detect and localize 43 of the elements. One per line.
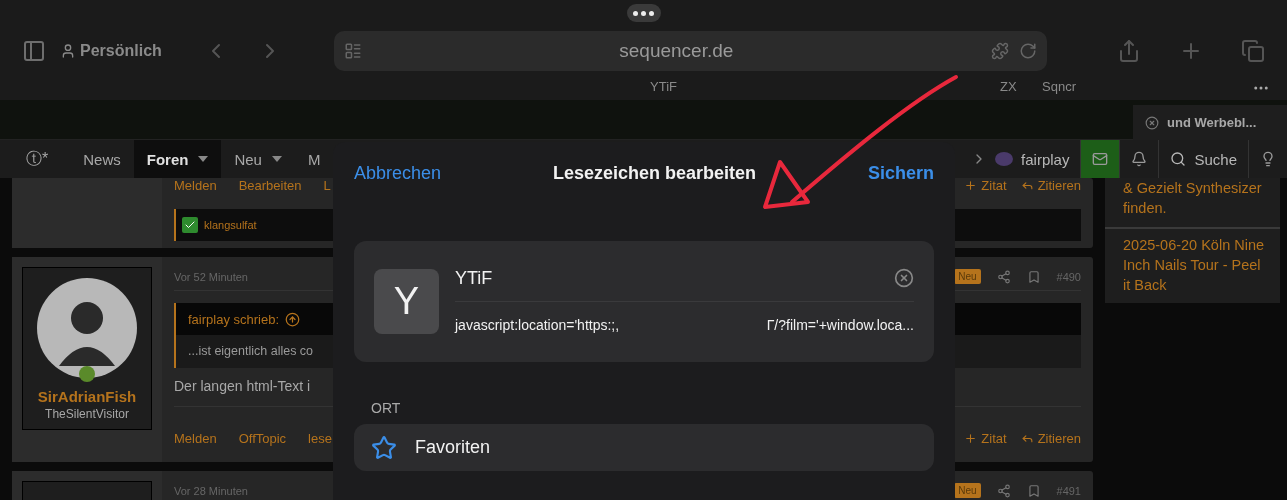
cancel-button[interactable]: Abbrechen [354,162,442,184]
new-badge: Neu [954,483,981,498]
user-name[interactable]: fairplay [1021,150,1070,168]
location-row[interactable]: Favoriten [354,424,934,471]
search-link[interactable]: Suche [1194,150,1237,168]
user-title: TheSilentVisitor [45,407,129,421]
post-number[interactable]: #490 [1056,270,1081,283]
bookmark-item[interactable]: YTiF [650,79,677,94]
bookmark-item[interactable]: ZX [1000,79,1017,94]
browser-tab[interactable]: und Werbebl... [1133,105,1287,140]
nav-tab[interactable]: News [70,140,134,178]
quote-author: fairplay schrieb: [188,311,280,327]
address-field[interactable]: javascript:location='https:;, Γ/?film='+window.loca... [455,302,914,348]
bookmark-item[interactable]: Sqncr [1042,79,1076,94]
post-time: Vor 28 Minuten [174,484,248,497]
quote-text: ...ist eigentlich alles co [187,343,315,360]
post-action-link[interactable]: OffTopic [238,431,287,446]
site-logo[interactable]: ⓣ* [0,140,71,178]
post-action-link[interactable]: Zitieren [1020,431,1081,446]
post-action-link[interactable]: Zitat [964,431,1007,446]
sidebar-link[interactable]: 2025-06-20 Köln Nine Inch Nails Tour - Peel it Back [1105,226,1280,304]
post-action-link[interactable]: Zitieren [1020,178,1081,193]
post-action-link[interactable]: Zitat [964,178,1007,193]
post-action-link[interactable]: Bearbeiten [238,178,302,193]
post-action-link[interactable]: L [323,178,331,193]
address-bar[interactable]: sequencer.de [333,31,1047,71]
dialog-title: Lesezeichen bearbeiten [552,162,757,184]
post-action-link[interactable]: lese [308,431,332,446]
new-badge: Neu [954,269,981,284]
nav-tab[interactable]: Foren [133,140,222,178]
nav-tab[interactable]: M [294,140,334,178]
author-name[interactable]: SirAdrianFish [37,388,137,405]
save-button[interactable]: Sichern [867,162,934,184]
post-action-link[interactable]: Melden [174,431,217,446]
sidebar-link[interactable]: & Gezielt Synthesizer finden. [1105,178,1280,227]
profile-label[interactable]: Persönlich [80,42,162,60]
reaction-user[interactable]: klangsulfat [204,219,257,231]
bookmark-icon-tile: Y [374,269,439,334]
post-number[interactable]: #491 [1056,484,1081,497]
post-time: Vor 52 Minuten [174,270,248,283]
nav-tab[interactable]: Neu [221,140,295,178]
post-action-link[interactable]: Melden [174,178,217,193]
name-field[interactable]: YTiF [455,267,894,289]
